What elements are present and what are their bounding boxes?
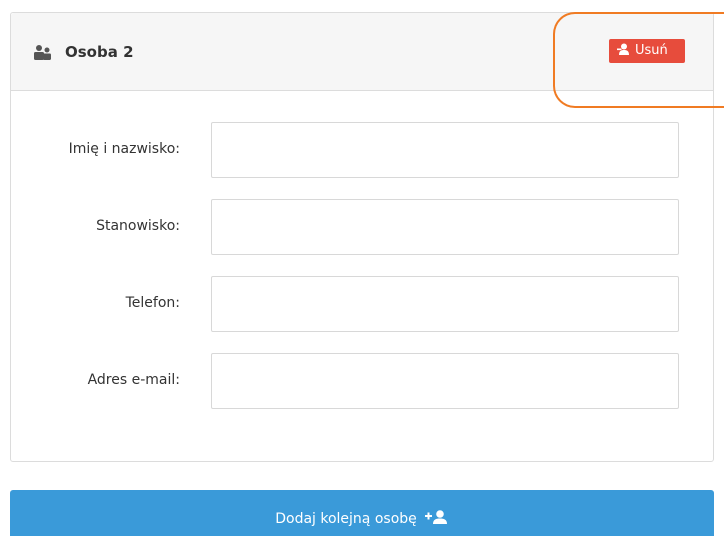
phone-input[interactable]: [211, 276, 679, 332]
panel-header: Osoba 2 Usuń: [11, 13, 713, 91]
panel-title: Osoba 2: [65, 43, 134, 61]
remove-person-button[interactable]: Usuń: [609, 39, 685, 63]
name-input[interactable]: [211, 122, 679, 178]
remove-button-label: Usuń: [635, 43, 668, 58]
form-row-phone: Telefon:: [10, 276, 714, 332]
add-person-button[interactable]: Dodaj kolejną osobę: [10, 490, 714, 536]
email-input[interactable]: [211, 353, 679, 409]
form-row-email: Adres e-mail:: [10, 353, 714, 409]
form-row-position: Stanowisko:: [10, 199, 714, 255]
name-label: Imię i nazwisko:: [68, 141, 180, 157]
add-button-label: Dodaj kolejną osobę: [275, 511, 417, 527]
user-group-icon: [34, 45, 51, 60]
user-add-icon: [424, 510, 447, 524]
email-label: Adres e-mail:: [87, 372, 180, 388]
phone-label: Telefon:: [125, 295, 180, 311]
position-label: Stanowisko:: [96, 218, 180, 234]
user-remove-icon: [617, 43, 629, 55]
position-input[interactable]: [211, 199, 679, 255]
form-row-name: Imię i nazwisko:: [10, 122, 714, 178]
